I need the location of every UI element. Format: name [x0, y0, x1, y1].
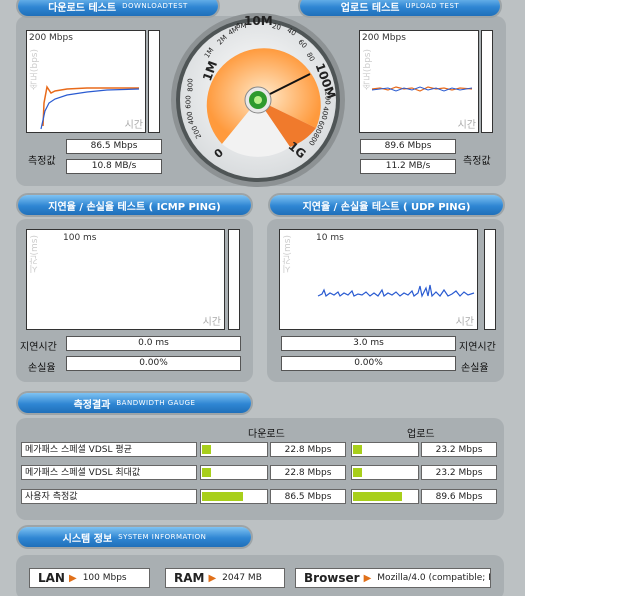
download-mbs-value: 10.8 MB/s — [66, 159, 162, 174]
gauge-tick-200k: 200 — [190, 124, 204, 140]
results-subtitle: BANDWIDTH GAUGE — [116, 399, 196, 407]
icmp-latency-value: 0.0 ms — [66, 336, 241, 351]
results-upload-col: 업로드 — [407, 429, 435, 440]
icmp-ping-title: 지연율 / 손실율 테스트 ( ICMP PING) — [48, 201, 221, 213]
results-title: 측정결과 — [73, 399, 111, 411]
result-upload-bar-track — [351, 442, 419, 457]
download-graph: 200 Mbps 속도(bps) 시간 — [26, 30, 146, 133]
udp-latency-label: 지연시간 — [459, 342, 496, 353]
gauge-tick-0: 0 — [211, 146, 226, 161]
udp-scale-box — [484, 229, 496, 330]
gauge-tick-400k: 400 — [185, 110, 196, 126]
udp-loss-label: 손실율 — [461, 363, 489, 374]
upload-measured-label: 측정값 — [463, 156, 491, 167]
upload-mbps-value: 89.6 Mbps — [360, 139, 456, 154]
result-upload-value: 23.2 Mbps — [421, 442, 497, 457]
icmp-scale-box — [228, 229, 240, 330]
download-scale-box — [148, 30, 160, 133]
udp-latency-value: 3.0 ms — [281, 336, 456, 351]
result-upload-bar — [353, 492, 402, 501]
result-upload-value: 23.2 Mbps — [421, 465, 497, 480]
gauge-tick-10m: 10M — [244, 14, 273, 28]
result-upload-bar-track — [351, 465, 419, 480]
gauge-tick-6m: 6M — [236, 22, 247, 30]
upload-test-subtitle: UPLOAD TEST — [405, 2, 460, 10]
system-browser: Browser ▶ Mozilla/4.0 (compatible; MS — [295, 568, 491, 588]
icmp-loss-label: 손실율 — [28, 363, 56, 374]
download-mbps-value: 86.5 Mbps — [66, 139, 162, 154]
icmp-latency-label: 지연시간 — [20, 342, 57, 353]
gauge-tick-labels: 10M 1M 100M 1G 0 2M 4M 6M 1M 20 40 60 80… — [170, 12, 346, 188]
icmp-ping-header: 지연율 / 손실율 테스트 ( ICMP PING) — [18, 195, 251, 215]
gauge-tick-800: 800 — [306, 131, 321, 147]
gauge-tick-1m: 1M — [200, 59, 221, 83]
upload-scale-box — [481, 30, 493, 133]
ram-arrow-icon: ▶ — [208, 572, 217, 584]
result-download-value: 86.5 Mbps — [270, 489, 346, 504]
udp-ping-title: 지연율 / 손실율 테스트 ( UDP PING) — [302, 201, 471, 213]
gauge-tick-1g: 1G — [285, 138, 309, 162]
udp-loss-value: 0.00% — [281, 356, 456, 371]
system-browser-label: Browser — [304, 571, 360, 585]
gauge-tick-600k: 600 — [184, 95, 193, 109]
result-row-label: 사용자 측정값 — [21, 489, 197, 504]
result-upload-bar-track — [351, 489, 419, 504]
gauge-tick-60: 60 — [296, 38, 309, 50]
result-download-bar-track — [200, 489, 268, 504]
system-header: 시스템 정보 SYSTEM INFORMATION — [18, 527, 251, 547]
download-measured-label: 측정값 — [28, 156, 56, 167]
results-header: 측정결과 BANDWIDTH GAUGE — [18, 393, 251, 413]
system-browser-value: Mozilla/4.0 (compatible; MS — [377, 573, 491, 583]
download-test-title: 다운로드 테스트 — [48, 2, 117, 14]
system-lan-value: 100 Mbps — [82, 573, 127, 583]
gauge-tick-80: 80 — [304, 51, 317, 63]
download-test-subtitle: DOWNLOADTEST — [122, 2, 188, 10]
system-title: 시스템 정보 — [62, 533, 113, 545]
result-download-bar-track — [200, 465, 268, 480]
icmp-graph: 100 ms 시간(ms) 시간 — [26, 229, 225, 330]
upload-test-title: 업로드 테스트 — [340, 2, 400, 14]
udp-ping-header: 지연율 / 손실율 테스트 ( UDP PING) — [270, 195, 503, 215]
system-subtitle: SYSTEM INFORMATION — [118, 533, 207, 541]
icmp-loss-value: 0.00% — [66, 356, 241, 371]
icmp-graph-xlabel: 시간 — [202, 317, 221, 328]
result-download-bar — [202, 445, 211, 454]
result-download-bar — [202, 492, 243, 501]
result-row-label: 메가패스 스페셜 VDSL 평균 — [21, 442, 197, 457]
result-download-bar — [202, 468, 211, 477]
system-ram-value: 2047 MB — [222, 573, 262, 583]
gauge-tick-800k: 800 — [186, 78, 195, 92]
result-download-bar-track — [200, 442, 268, 457]
gauge-tick-400: 400 — [319, 105, 330, 121]
gauge-tick-40: 40 — [285, 26, 298, 38]
result-upload-value: 89.6 Mbps — [421, 489, 497, 504]
icmp-graph-ylabel: 시간(ms) — [30, 235, 40, 274]
gauge-tick-1m-sub: 1M — [202, 46, 216, 60]
upload-graph: 200 Mbps 속도(bps) 시간 — [359, 30, 479, 133]
system-ram: RAM ▶ 2047 MB — [165, 568, 285, 588]
speedtest-app: 다운로드 테스트 DOWNLOADTEST 업로드 테스트 UPLOAD TES… — [0, 0, 525, 596]
system-lan-label: LAN — [38, 571, 65, 585]
udp-graph: 10 ms 시간(ms) 시간 — [279, 229, 478, 330]
result-download-value: 22.8 Mbps — [270, 465, 346, 480]
icmp-graph-max: 100 ms — [63, 233, 97, 243]
upload-mbs-value: 11.2 MB/s — [360, 159, 456, 174]
upload-graph-lines — [371, 86, 473, 92]
browser-arrow-icon: ▶ — [363, 572, 372, 584]
system-lan: LAN ▶ 100 Mbps — [29, 568, 150, 588]
system-ram-label: RAM — [174, 571, 205, 585]
gauge-tick-2m: 2M — [215, 33, 229, 47]
udp-graph-line — [317, 284, 475, 298]
result-row-label: 메가패스 스페셜 VDSL 최대값 — [21, 465, 197, 480]
result-download-value: 22.8 Mbps — [270, 442, 346, 457]
download-graph-lines — [40, 85, 140, 130]
lan-arrow-icon: ▶ — [68, 572, 77, 584]
result-upload-bar — [353, 445, 362, 454]
gauge-tick-200: 200 — [323, 91, 332, 105]
result-upload-bar — [353, 468, 362, 477]
results-download-col: 다운로드 — [248, 429, 285, 440]
gauge-tick-20: 20 — [271, 21, 282, 33]
